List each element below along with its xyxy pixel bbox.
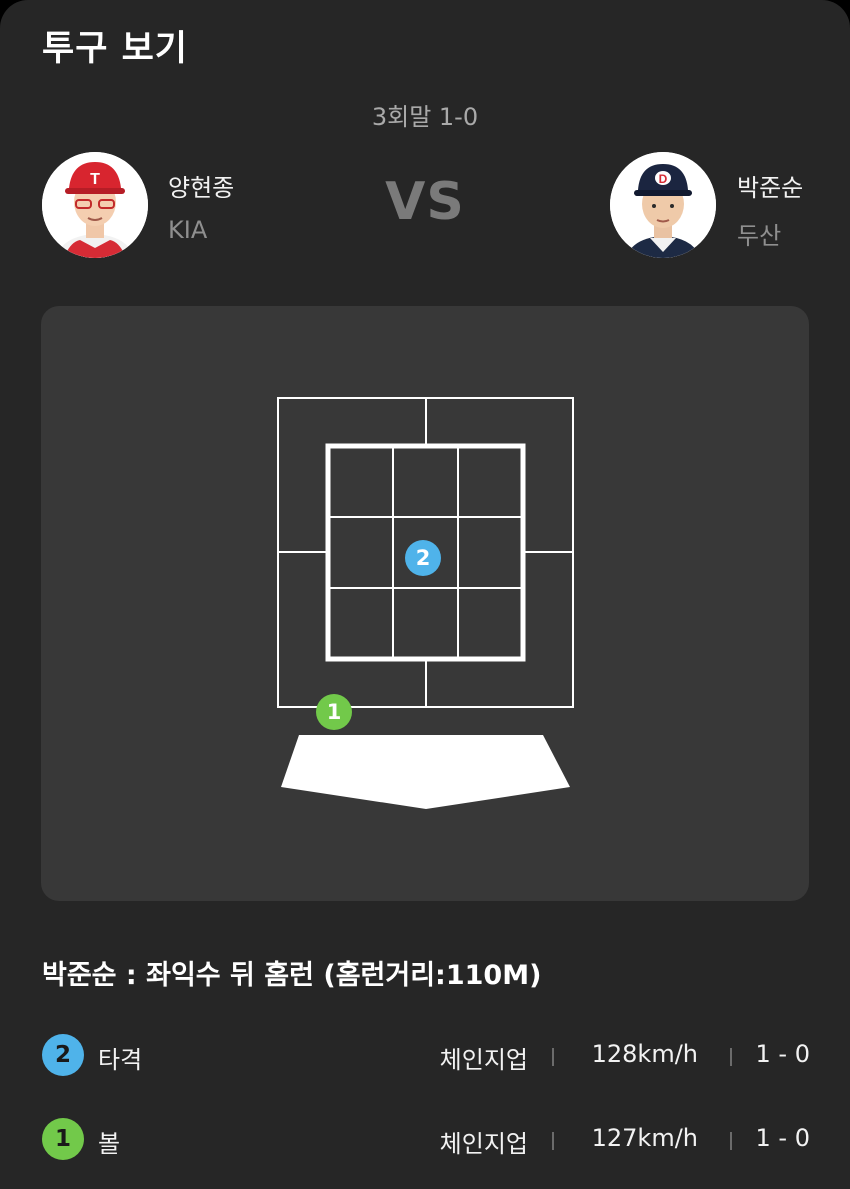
pitcher-avatar[interactable]: T <box>42 152 148 258</box>
divider <box>552 1048 554 1066</box>
pitch-type: 체인지업 <box>439 1046 528 1074</box>
pitch-result-type: 타격 <box>98 1046 143 1074</box>
ball-strike-count: 1 - 0 <box>755 1040 810 1068</box>
at-bat-result: 박준순 : 좌익수 뒤 홈런 (홈런거리:110M) <box>42 960 542 991</box>
pitch-marker-2[interactable]: 2 <box>405 540 441 576</box>
versus-label: VS <box>385 172 465 232</box>
pitch-type: 체인지업 <box>439 1130 528 1158</box>
pitch-speed: 127km/h <box>591 1124 698 1152</box>
batter-avatar[interactable]: D <box>610 152 716 258</box>
inning-score: 3회말 1-0 <box>371 103 479 131</box>
divider <box>552 1132 554 1150</box>
divider <box>730 1048 732 1066</box>
strike-zone-panel: 2 1 <box>41 306 809 901</box>
pitcher-team: KIA <box>168 216 208 244</box>
pitch-speed: 128km/h <box>591 1040 698 1068</box>
pitch-row: 1 볼 체인지업 127km/h 1 - 0 <box>42 1118 810 1162</box>
pitch-marker-1[interactable]: 1 <box>316 694 352 730</box>
pitcher-name: 양현종 <box>168 174 235 202</box>
pitch-number-badge: 1 <box>42 1118 84 1160</box>
divider <box>730 1132 732 1150</box>
pitch-result-type: 볼 <box>98 1130 121 1158</box>
strike-zone-diagram <box>277 397 574 809</box>
svg-text:D: D <box>659 172 668 186</box>
pitch-view-sheet: 투구 보기 3회말 1-0 T 양현종 KIA VS D 박준순 두산 2 1 … <box>0 0 850 1189</box>
svg-text:T: T <box>90 171 100 188</box>
batter-team: 두산 <box>737 222 782 250</box>
ball-strike-count: 1 - 0 <box>755 1124 810 1152</box>
home-plate <box>281 735 570 809</box>
page-title: 투구 보기 <box>42 29 188 69</box>
pitch-row: 2 타격 체인지업 128km/h 1 - 0 <box>42 1034 810 1078</box>
pitcher-photo-icon: T <box>42 152 148 258</box>
batter-photo-icon: D <box>610 152 716 258</box>
batter-name: 박준순 <box>737 174 804 202</box>
pitch-number-badge: 2 <box>42 1034 84 1076</box>
